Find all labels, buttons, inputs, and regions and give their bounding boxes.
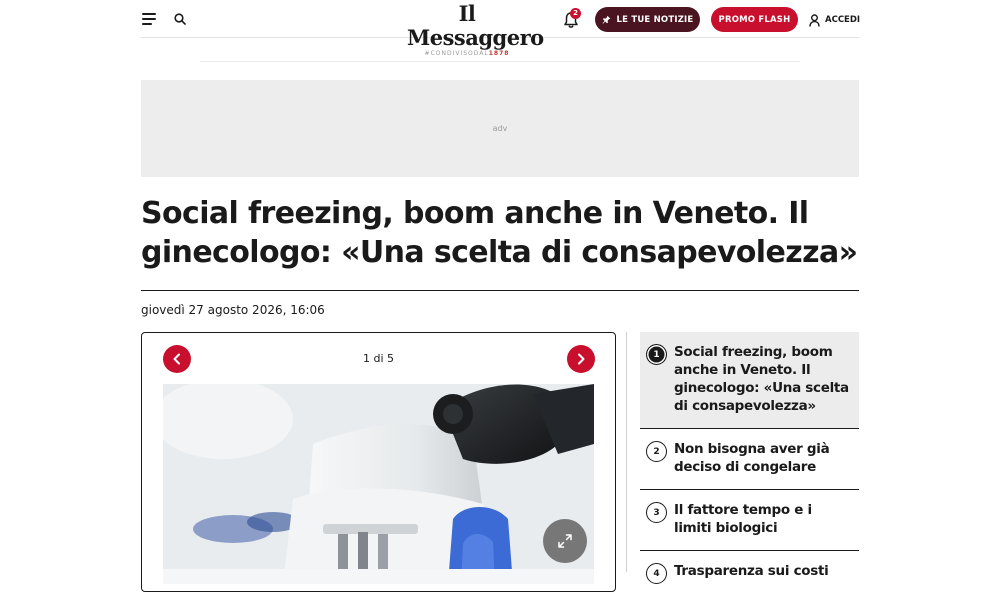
notification-badge: 2	[570, 8, 581, 19]
gallery-next-button[interactable]	[567, 345, 595, 373]
expand-icon	[558, 534, 572, 548]
hamburger-menu-icon[interactable]	[142, 13, 156, 25]
toc-item[interactable]: 4 Trasparenza sui costi	[640, 551, 859, 591]
le-tue-notizie-label: LE TUE NOTIZIE	[616, 14, 694, 25]
toc-title: Trasparenza sui costi	[674, 563, 829, 579]
promo-flash-button[interactable]: PROMO FLASH	[711, 7, 798, 32]
gallery-toc: 1 Social freezing, boom anche in Veneto.…	[640, 332, 859, 591]
toc-item[interactable]: 2 Non bisogna aver già deciso di congela…	[640, 429, 859, 490]
headline-divider	[141, 290, 859, 291]
article-headline: Social freezing, boom anche in Veneto. I…	[141, 196, 858, 270]
toc-title: Il fattore tempo e i limiti biologici	[674, 502, 812, 536]
pin-icon	[602, 15, 610, 24]
gallery-photo[interactable]	[163, 384, 594, 584]
toc-title: Social freezing, boom anche in Veneto. I…	[674, 344, 849, 414]
logo-name: Il Messaggero	[407, 1, 544, 50]
toc-number: 3	[646, 502, 667, 523]
adv-label: adv	[492, 124, 508, 133]
accedi-label: ACCEDI	[825, 15, 861, 25]
toc-title: Non bisogna aver già deciso di congelare	[674, 441, 830, 475]
gallery-expand-button[interactable]	[543, 519, 587, 563]
site-header: Il Messaggero #CONDIVISODAL1878 2 LE TUE…	[141, 0, 860, 58]
sidebar-divider	[626, 332, 627, 572]
photo-gallery: 1 di 5	[141, 332, 616, 592]
article-date: giovedì 27 agosto 2026, 16:06	[141, 303, 325, 317]
toc-number: 1	[646, 344, 667, 365]
toc-item[interactable]: 1 Social freezing, boom anche in Veneto.…	[640, 332, 859, 429]
user-icon	[809, 13, 820, 27]
toc-item[interactable]: 3 Il fattore tempo e i limiti biologici	[640, 490, 859, 551]
divider	[200, 61, 800, 62]
logo-tagline: #CONDIVISODAL1878	[424, 50, 510, 57]
accedi-link[interactable]: ACCEDI	[809, 12, 860, 28]
ad-slot: adv	[141, 80, 859, 177]
search-icon[interactable]	[174, 13, 186, 25]
gallery-counter: 1 di 5	[362, 352, 395, 365]
microscope-photo	[163, 384, 594, 584]
chevron-right-icon	[578, 353, 585, 365]
site-logo[interactable]: Il Messaggero #CONDIVISODAL1878	[407, 2, 544, 58]
toc-number: 4	[646, 563, 667, 584]
le-tue-notizie-button[interactable]: LE TUE NOTIZIE	[595, 7, 700, 32]
toc-number: 2	[646, 441, 667, 462]
